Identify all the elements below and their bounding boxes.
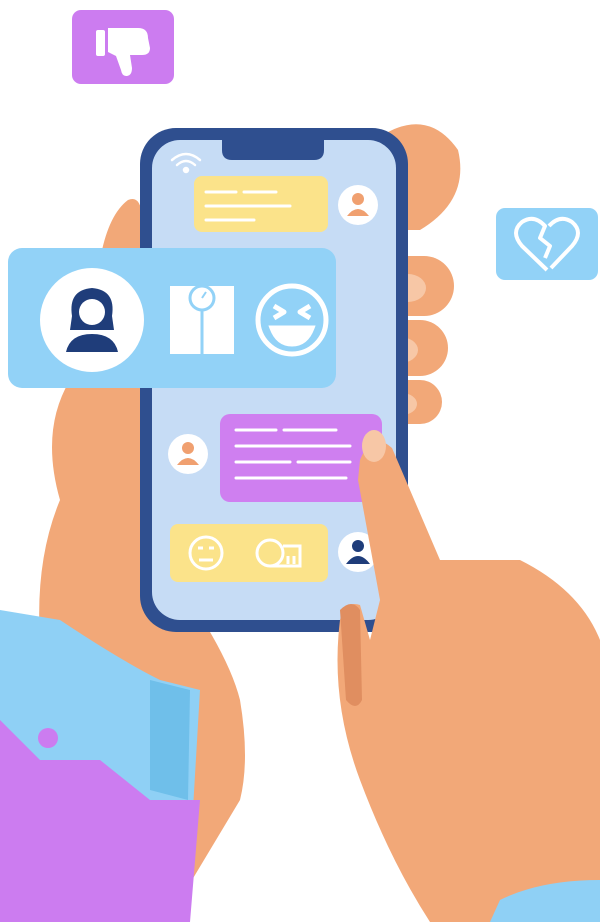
message-bubble-yellow-bottom: [170, 524, 328, 582]
avatar-orange-top: [338, 185, 378, 225]
illustration-scene: [0, 0, 600, 922]
woman-avatar-icon: [40, 268, 144, 372]
message-bubble-purple: [220, 414, 382, 502]
avatar-orange-middle: [168, 434, 208, 474]
broken-heart-badge: [496, 208, 598, 280]
profile-card: [8, 248, 336, 388]
shirt-button: [38, 728, 58, 748]
thumbs-down-badge: [72, 10, 174, 84]
phone-notch: [222, 140, 324, 160]
right-hand: [337, 430, 600, 922]
scale-icon: [170, 284, 234, 354]
message-bubble-yellow-top: [194, 176, 328, 232]
hand-phone-illustration: [0, 10, 600, 922]
